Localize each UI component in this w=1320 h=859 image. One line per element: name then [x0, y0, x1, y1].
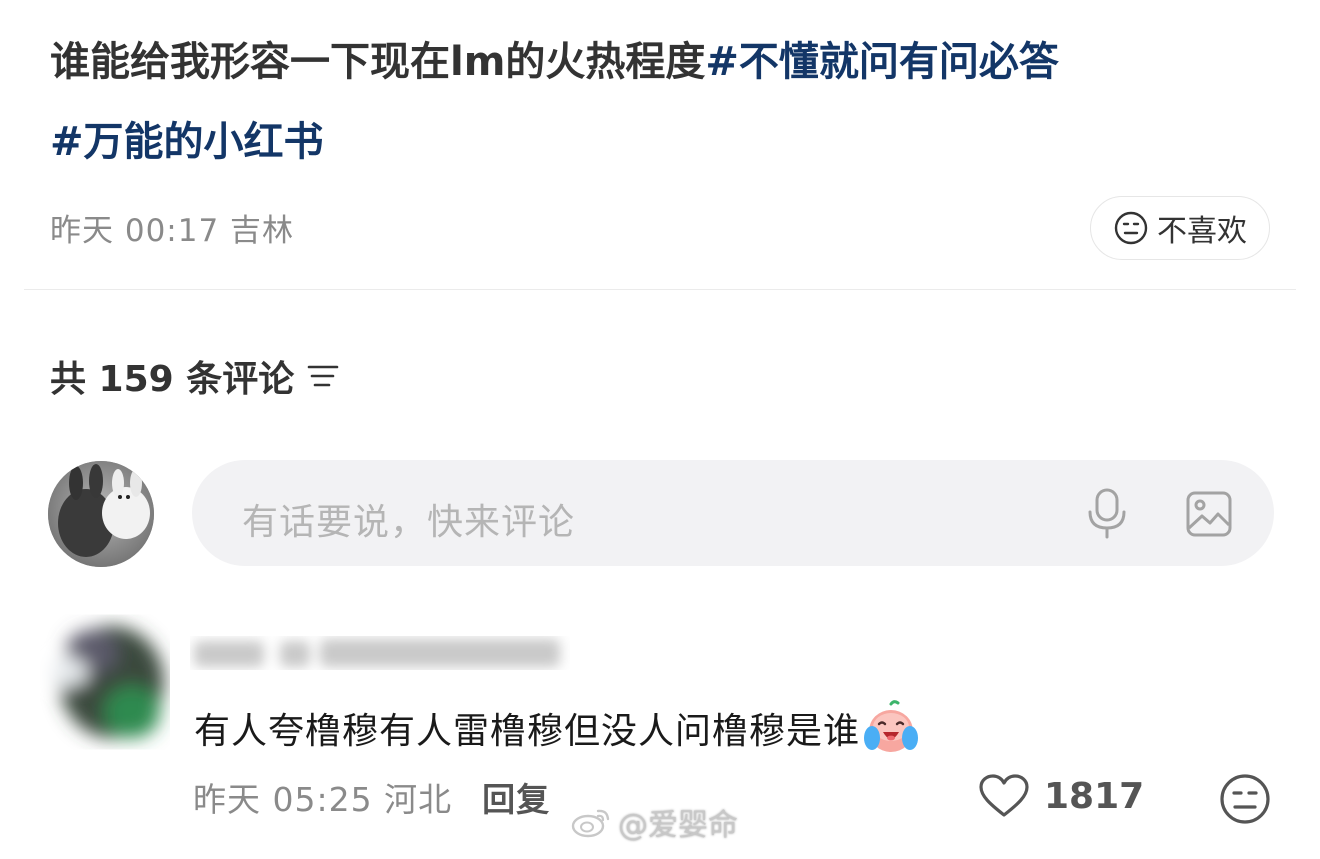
image-icon[interactable] — [1185, 490, 1233, 538]
my-avatar[interactable] — [48, 461, 154, 567]
hashtag-link[interactable]: #不懂就问有问必答 — [705, 39, 1059, 85]
dislike-label: 不喜欢 — [1157, 214, 1247, 249]
commenter-avatar[interactable] — [40, 600, 170, 750]
hashtag-link[interactable]: #万能的小红书 — [50, 119, 324, 165]
crying-laugh-emoji-icon — [864, 700, 919, 752]
meh-face-icon[interactable] — [1218, 772, 1272, 826]
heart-outline-icon — [979, 774, 1029, 817]
comment-body: 有人夸橹穆有人雷橹穆但没人问橹穆是谁 — [194, 711, 861, 752]
comment-input-placeholder: 有话要说，快来评论 — [242, 502, 576, 543]
microphone-icon[interactable] — [1085, 488, 1129, 540]
post-title: 谁能给我形容一下现在lm的火热程度#不懂就问有问必答 #万能的小红书 — [50, 22, 1280, 182]
dislike-button[interactable]: 不喜欢 — [1090, 196, 1270, 260]
watermark-text: @爱婴命 — [618, 808, 738, 843]
comment-text: 有人夸橹穆有人雷橹穆但没人问橹穆是谁 — [194, 700, 920, 756]
meh-face-icon — [1114, 211, 1148, 245]
reply-button[interactable]: 回复 — [482, 773, 550, 821]
commenter-name-blurred[interactable] — [190, 627, 570, 677]
like-count: 1817 — [1044, 775, 1145, 817]
like-button[interactable]: 1817 — [978, 773, 1144, 819]
comment-count-label: 共 159 条评论 — [50, 359, 295, 400]
watermark: @爱婴命 — [570, 800, 738, 844]
comment-count-header: 共 159 条评论 — [50, 350, 340, 402]
divider — [24, 289, 1296, 290]
post-meta: 昨天 00:17 吉林 — [50, 213, 295, 249]
sort-lines-icon[interactable] — [306, 361, 340, 391]
comment-meta: 昨天 05:25 河北 回复 — [193, 773, 550, 821]
comment-time-location: 昨天 05:25 河北 — [193, 780, 453, 819]
comment-input[interactable]: 有话要说，快来评论 — [192, 460, 1274, 566]
weibo-logo-icon — [571, 809, 610, 838]
post-title-text: 谁能给我形容一下现在lm的火热程度 — [50, 39, 706, 85]
